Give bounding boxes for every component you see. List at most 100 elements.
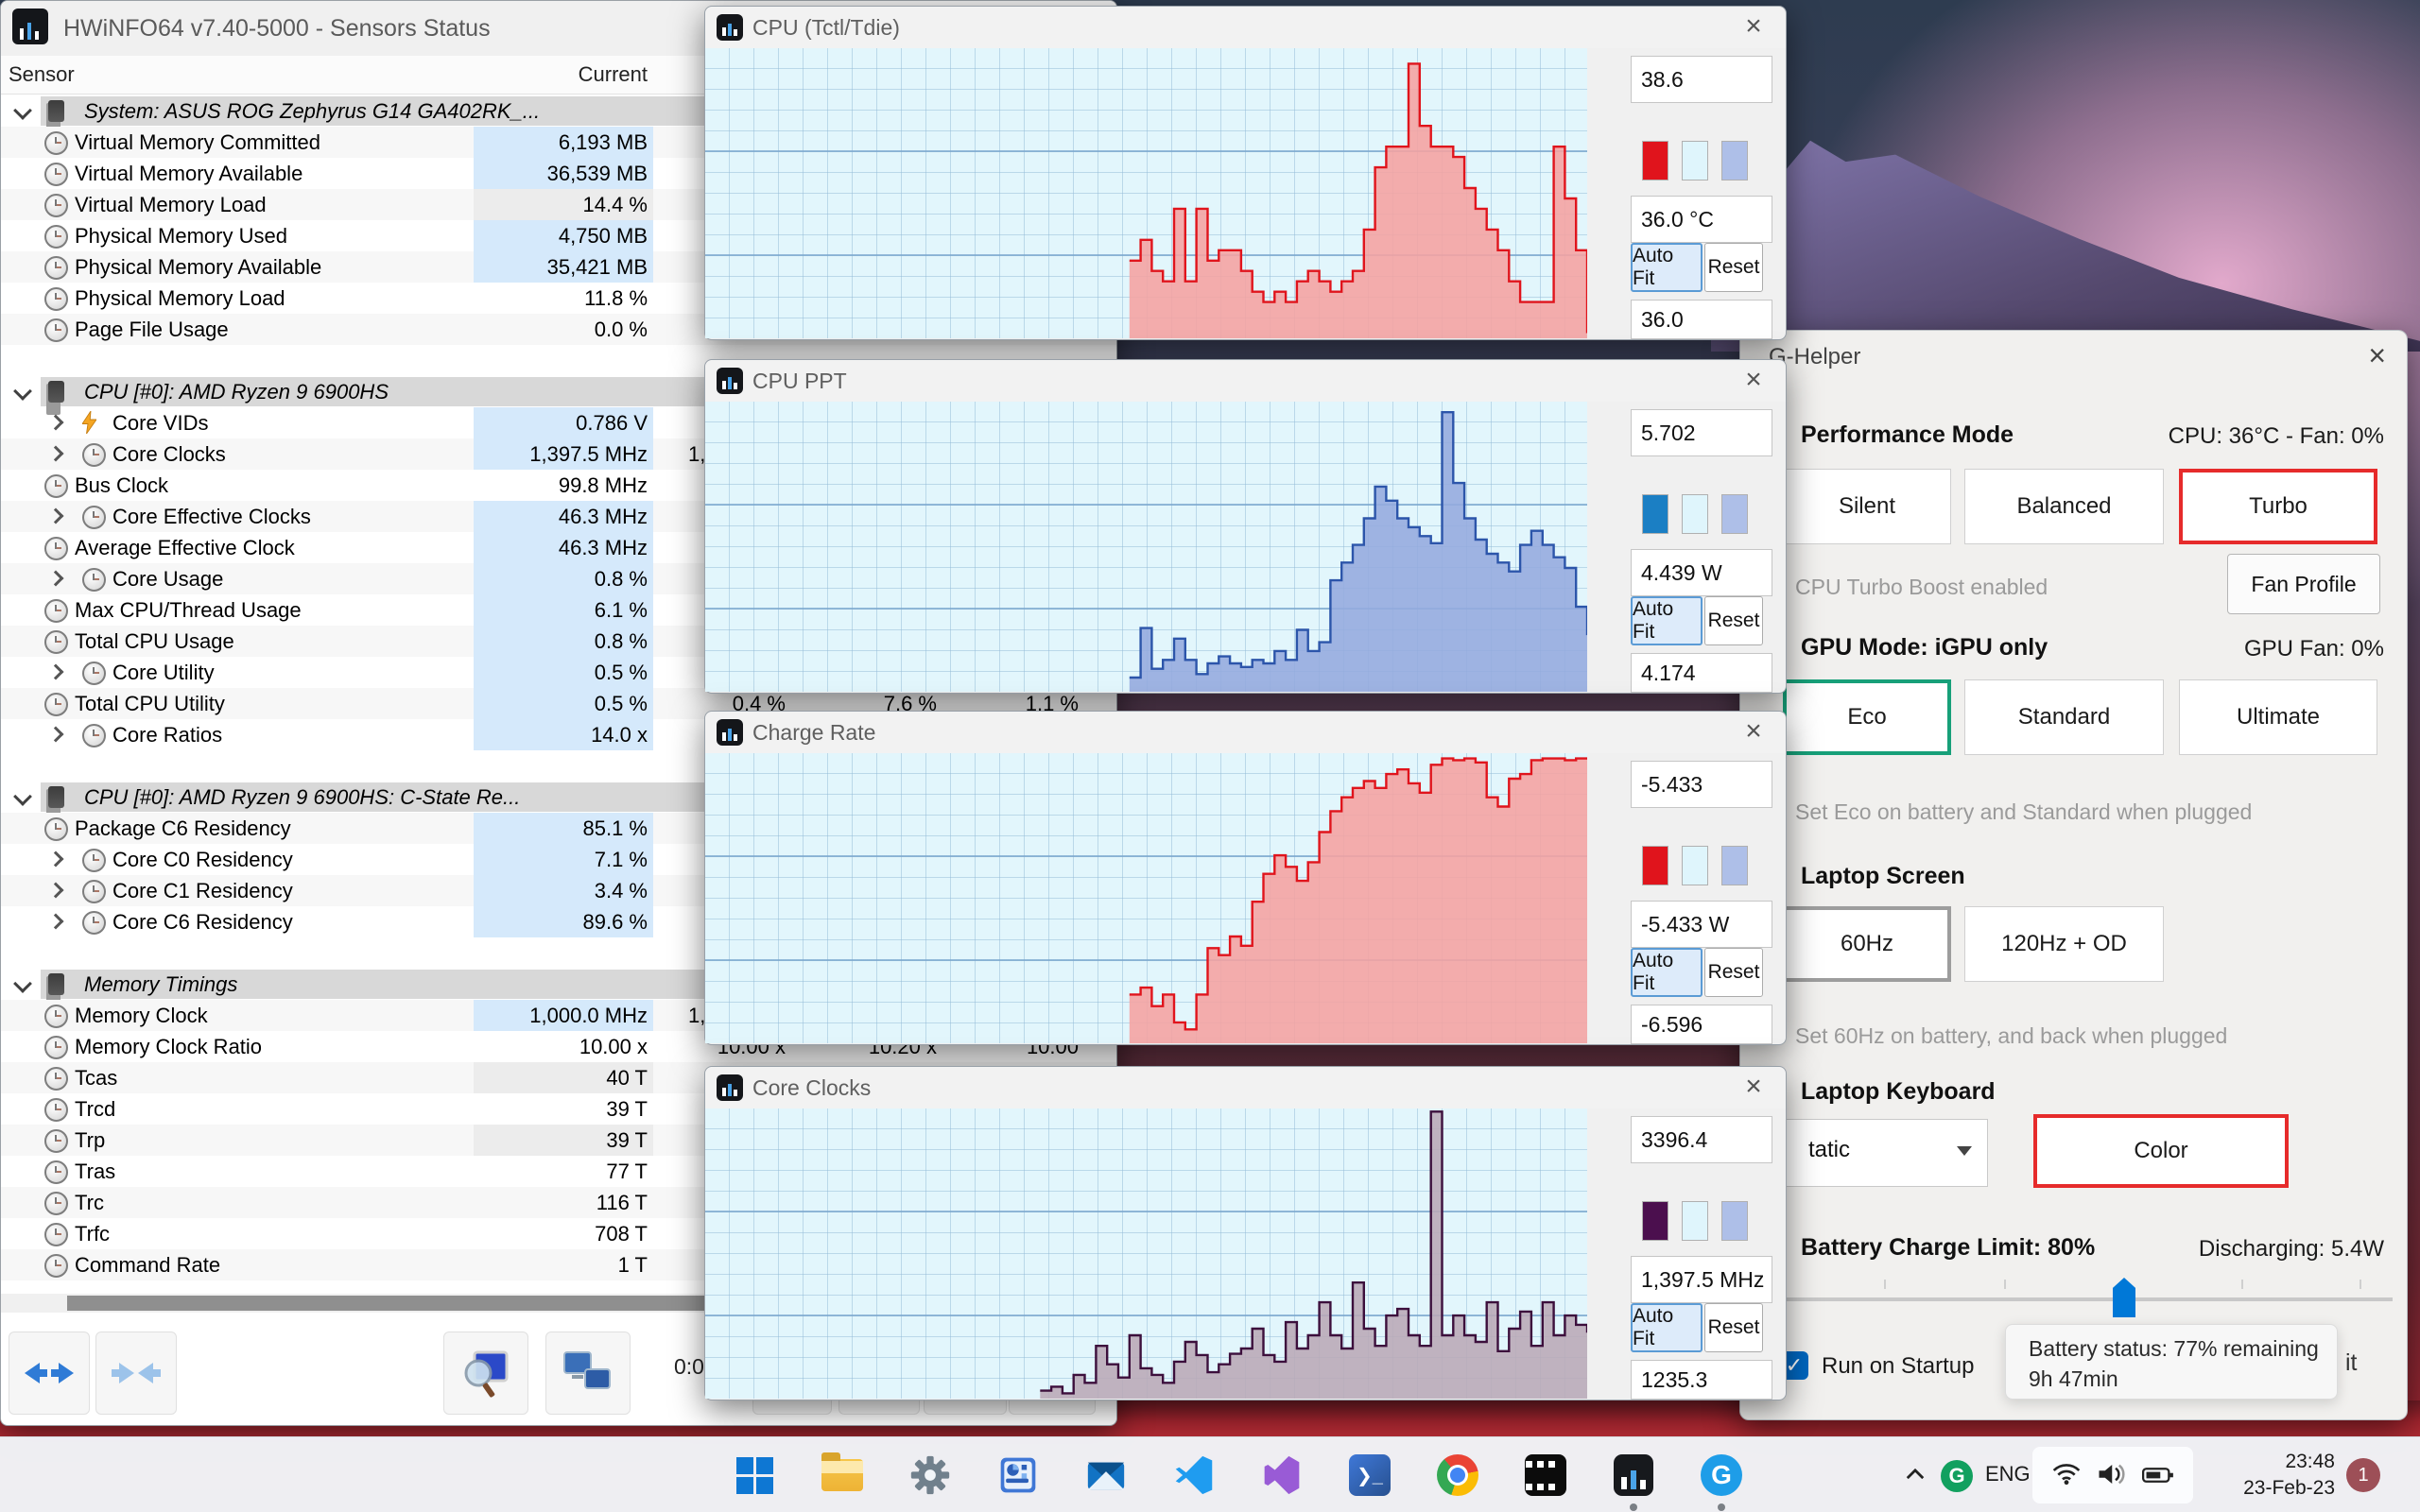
chevron-down-icon[interactable]: [13, 974, 32, 993]
close-icon[interactable]: ×: [2368, 338, 2386, 373]
taskbar-button-file-explorer[interactable]: [816, 1449, 869, 1502]
close-icon[interactable]: ×: [1737, 364, 1771, 396]
auto-fit-button[interactable]: Auto Fit: [1631, 948, 1703, 997]
reset-button[interactable]: Reset: [1704, 948, 1763, 997]
run-on-startup-label: Run on Startup: [1822, 1353, 1975, 1379]
sensor-current-value: 4,750 MB: [474, 220, 653, 251]
chevron-right-icon[interactable]: [47, 507, 64, 524]
quit-button-fragment[interactable]: it: [2345, 1349, 2358, 1377]
chevron-right-icon[interactable]: [47, 663, 64, 680]
keyboard-color-button[interactable]: Color: [2033, 1114, 2289, 1188]
graph-window-titlebar[interactable]: Core Clocks ×: [705, 1067, 1786, 1108]
taskbar-button-chrome[interactable]: [1431, 1449, 1484, 1502]
chevron-right-icon[interactable]: [47, 913, 64, 930]
taskbar-button-terminal[interactable]: ❯_: [1343, 1449, 1396, 1502]
notification-badge[interactable]: 1: [2346, 1458, 2380, 1492]
clock-icon: [44, 599, 68, 623]
graph-current-value: 36.0 °C: [1631, 196, 1772, 243]
graph-window-titlebar[interactable]: Charge Rate ×: [705, 712, 1786, 753]
battery-limit-slider[interactable]: [1764, 1297, 2393, 1301]
sensor-current-value: 89.6 %: [474, 906, 653, 937]
system-tray-group[interactable]: [2032, 1447, 2193, 1503]
graph-min-value: 36.0: [1631, 300, 1772, 339]
graph-window-titlebar[interactable]: CPU PPT ×: [705, 360, 1786, 402]
chevron-right-icon[interactable]: [47, 726, 64, 743]
keyboard-heading: Laptop Keyboard: [1801, 1078, 1996, 1105]
column-header-current[interactable]: Current: [474, 62, 648, 87]
grid-color-swatch[interactable]: [1721, 846, 1748, 885]
reset-button[interactable]: Reset: [1704, 596, 1763, 645]
clock[interactable]: 23:48 23-Feb-23: [2212, 1449, 2335, 1502]
language-indicator[interactable]: ENG: [1985, 1462, 2031, 1486]
slider-handle[interactable]: [2113, 1278, 2135, 1317]
close-icon[interactable]: ×: [1737, 1071, 1771, 1103]
balanced-mode-button[interactable]: Balanced: [1964, 469, 2164, 544]
taskbar-button-hwinfo[interactable]: [1607, 1449, 1660, 1502]
keyboard-mode-dropdown[interactable]: tatic: [1754, 1119, 1988, 1187]
screen-magnifier-button[interactable]: [443, 1332, 528, 1415]
grid-color-swatch[interactable]: [1721, 141, 1748, 180]
fan-profile-button[interactable]: Fan Profile: [2227, 554, 2380, 614]
graph-side-panel: -5.433 -5.433 W Auto Fit Reset -6.596: [1587, 753, 1786, 1044]
eco-gpu-button[interactable]: Eco: [1783, 679, 1951, 755]
clock-icon: [44, 630, 68, 654]
taskbar-button-vscode[interactable]: [1167, 1449, 1220, 1502]
taskbar-button-settings[interactable]: [904, 1449, 957, 1502]
reset-button[interactable]: Reset: [1704, 243, 1763, 292]
silent-mode-button[interactable]: Silent: [1783, 469, 1951, 544]
graph-side-panel: 3396.4 1,397.5 MHz Auto Fit Reset 1235.3: [1587, 1108, 1786, 1400]
grid-color-swatch[interactable]: [1721, 1201, 1748, 1241]
taskbar-button-start[interactable]: [728, 1449, 781, 1502]
screen-heading: Laptop Screen: [1801, 863, 1965, 889]
ultimate-gpu-button[interactable]: Ultimate: [2179, 679, 2377, 755]
section-label: CPU [#0]: AMD Ryzen 9 6900HS: C-State Re…: [84, 785, 521, 809]
background-color-swatch[interactable]: [1682, 846, 1708, 885]
auto-fit-button[interactable]: Auto Fit: [1631, 596, 1703, 645]
clock-icon: [44, 1129, 68, 1153]
taskbar-button-mail[interactable]: [1080, 1449, 1132, 1502]
series-color-swatch[interactable]: [1642, 1201, 1668, 1241]
background-color-swatch[interactable]: [1682, 1201, 1708, 1241]
series-color-swatch[interactable]: [1642, 141, 1668, 180]
chevron-down-icon[interactable]: [13, 101, 32, 120]
chevron-right-icon[interactable]: [47, 850, 64, 868]
reset-button[interactable]: Reset: [1704, 1303, 1763, 1352]
sensor-current-value: 6,193 MB: [474, 127, 653, 158]
taskbar-button-visual-studio[interactable]: [1255, 1449, 1308, 1502]
column-header-sensor[interactable]: Sensor: [9, 62, 75, 87]
taskbar-button-remote-tool[interactable]: [1519, 1449, 1572, 1502]
taskbar-button-system-monitor[interactable]: [992, 1449, 1045, 1502]
expand-columns-button[interactable]: [9, 1332, 90, 1415]
background-color-swatch[interactable]: [1682, 494, 1708, 534]
series-color-swatch[interactable]: [1642, 494, 1668, 534]
graph-window-title: CPU PPT: [752, 369, 847, 393]
standard-gpu-button[interactable]: Standard: [1964, 679, 2164, 755]
chevron-right-icon[interactable]: [47, 882, 64, 899]
turbo-boost-note: CPU Turbo Boost enabled: [1795, 575, 2048, 599]
close-icon[interactable]: ×: [1737, 715, 1771, 747]
chevron-right-icon[interactable]: [47, 445, 64, 462]
graph-window-titlebar[interactable]: CPU (Tctl/Tdie) ×: [705, 7, 1786, 48]
tray-g-badge[interactable]: G: [1941, 1460, 1973, 1492]
chevron-right-icon[interactable]: [47, 570, 64, 587]
refresh-120hz-button[interactable]: 120Hz + OD: [1964, 906, 2164, 982]
grid-color-swatch[interactable]: [1721, 494, 1748, 534]
turbo-mode-button[interactable]: Turbo: [2179, 469, 2377, 544]
background-color-swatch[interactable]: [1682, 141, 1708, 180]
remote-monitors-button[interactable]: [545, 1332, 631, 1415]
chevron-down-icon[interactable]: [13, 382, 32, 401]
chevron-right-icon[interactable]: [47, 414, 64, 431]
graph-current-value: -5.433 W: [1631, 901, 1772, 948]
series-color-swatch[interactable]: [1642, 846, 1668, 885]
clock-icon: [82, 724, 106, 747]
volume-icon: [2097, 1461, 2125, 1492]
auto-fit-button[interactable]: Auto Fit: [1631, 243, 1703, 292]
taskbar-button-g-helper[interactable]: G: [1695, 1449, 1748, 1502]
tray-chevron-up-icon[interactable]: [1905, 1468, 1926, 1486]
chevron-down-icon[interactable]: [13, 787, 32, 806]
collapse-columns-button[interactable]: [95, 1332, 177, 1415]
auto-fit-button[interactable]: Auto Fit: [1631, 1303, 1703, 1352]
close-icon[interactable]: ×: [1737, 10, 1771, 43]
refresh-60hz-button[interactable]: 60Hz: [1783, 906, 1951, 982]
sensor-name: Trp: [75, 1128, 106, 1152]
